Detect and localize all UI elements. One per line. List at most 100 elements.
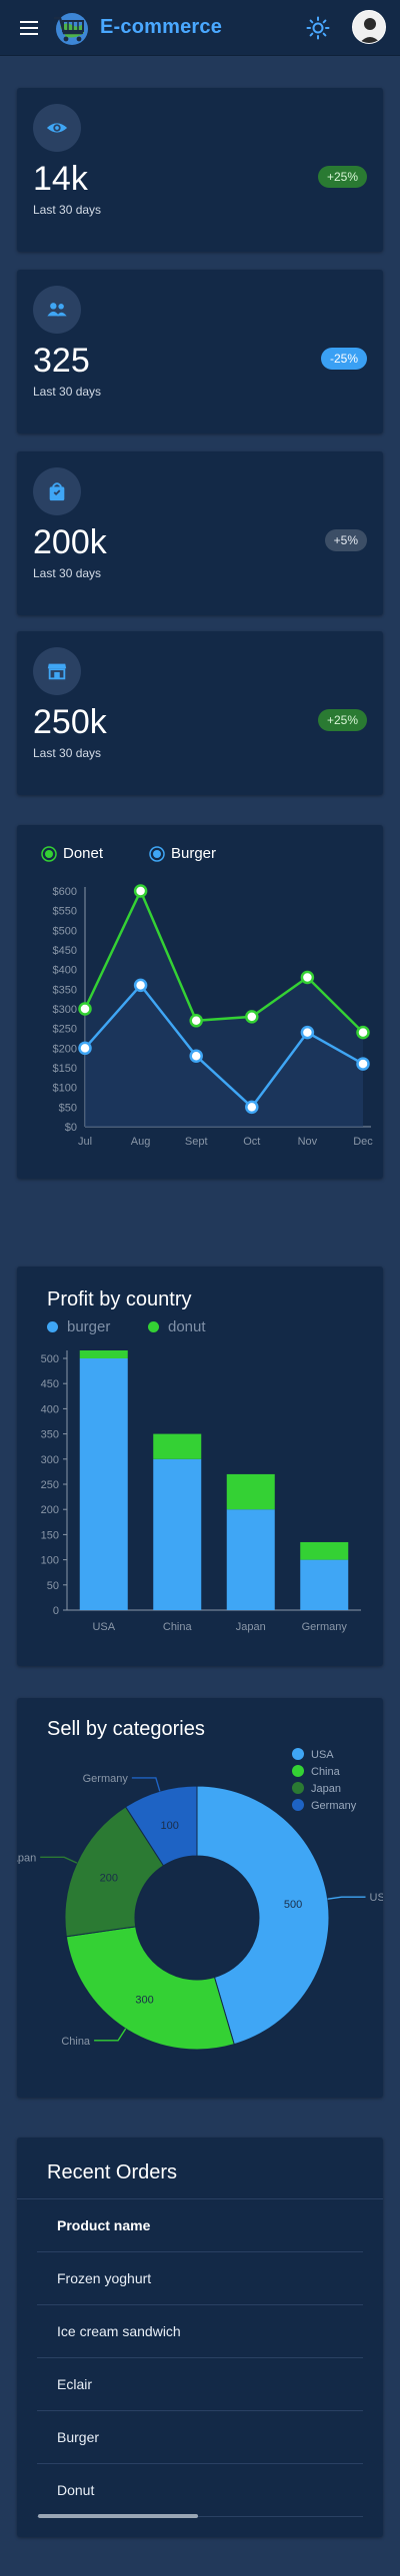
x-tick-label: Sept <box>185 1136 208 1148</box>
eye-icon <box>33 104 81 152</box>
y-tick-label: 150 <box>41 1529 59 1541</box>
legend-dot <box>292 1748 304 1760</box>
user-avatar[interactable] <box>352 10 386 44</box>
y-tick-label: $600 <box>53 886 77 898</box>
bar-burger-germany <box>300 1559 349 1610</box>
x-tick-label: Oct <box>243 1136 260 1148</box>
callout-line <box>327 1896 366 1900</box>
bar-donut-germany <box>300 1541 349 1560</box>
y-tick-label: $250 <box>53 1024 77 1036</box>
callout-label: China <box>61 2036 91 2048</box>
data-point <box>300 1025 315 1040</box>
x-tick-label: Germany <box>302 1621 348 1633</box>
legend-item-burger[interactable]: Burger <box>149 845 216 862</box>
card-title: Recent Orders <box>47 2161 178 2183</box>
data-point <box>189 1049 203 1063</box>
stat-card-revenue: 250k Last 30 days +25% <box>17 631 383 795</box>
data-point <box>356 1025 370 1040</box>
radio-selected-icon <box>149 845 165 862</box>
y-tick-label: $350 <box>53 984 77 996</box>
stat-card-views: 14k Last 30 days +25% <box>17 88 383 252</box>
table-row[interactable]: Ice cream sandwich <box>37 2305 363 2358</box>
stat-trend-badge: +5% <box>324 529 367 551</box>
y-tick-label: $50 <box>59 1102 77 1114</box>
top-app-bar: E-commerce <box>0 0 400 56</box>
slice-value-label: 300 <box>135 1995 153 2007</box>
store-icon <box>33 647 81 695</box>
y-tick-label: 100 <box>41 1555 59 1567</box>
bar-burger-usa <box>79 1358 128 1610</box>
callout-label: Japan <box>17 1852 36 1864</box>
y-tick-label: 500 <box>41 1353 59 1365</box>
table-row[interactable]: Eclair <box>37 2358 363 2411</box>
stat-value: 325 <box>33 342 90 380</box>
data-point <box>189 1014 203 1028</box>
legend-dot <box>292 1799 304 1811</box>
horizontal-scrollbar[interactable] <box>38 2514 198 2518</box>
y-tick-label: $200 <box>53 1043 77 1055</box>
stat-value: 200k <box>33 523 107 561</box>
y-tick-label: 250 <box>41 1479 59 1491</box>
stat-trend-badge: -25% <box>320 348 367 370</box>
y-tick-label: $450 <box>53 945 77 957</box>
legend-item-donet[interactable]: Donet <box>41 845 103 862</box>
legend-label: Donet <box>63 845 104 862</box>
bar-burger-japan <box>226 1509 275 1610</box>
callout-line <box>40 1856 78 1864</box>
legend-label: USA <box>311 1749 334 1761</box>
data-point <box>78 1002 92 1016</box>
y-tick-label: $400 <box>53 965 77 977</box>
table-row[interactable]: Donut <box>37 2464 363 2517</box>
hamburger-menu-icon[interactable] <box>20 21 38 35</box>
legend-item-donut[interactable]: donut <box>148 1318 206 1335</box>
y-tick-label: $0 <box>65 1122 77 1134</box>
data-point <box>245 1100 259 1115</box>
y-tick-label: 400 <box>41 1403 59 1415</box>
table-row[interactable]: Frozen yoghurt <box>37 2252 363 2305</box>
stat-caption: Last 30 days <box>33 746 102 760</box>
legend-dot <box>292 1782 304 1794</box>
card-title: Profit by country <box>47 1288 192 1310</box>
y-tick-label: 450 <box>41 1378 59 1390</box>
data-point <box>133 978 148 993</box>
data-point <box>300 970 315 985</box>
table-row[interactable]: Burger <box>37 2411 363 2464</box>
donut-slice-china <box>65 1926 235 2051</box>
slice-value-label: 500 <box>284 1899 302 1911</box>
stat-caption: Last 30 days <box>33 203 102 217</box>
x-tick-label: Aug <box>131 1136 151 1148</box>
y-tick-label: $150 <box>53 1063 77 1075</box>
x-tick-label: China <box>163 1621 193 1633</box>
y-tick-label: 0 <box>53 1605 59 1617</box>
y-tick-label: 200 <box>41 1504 59 1516</box>
stat-trend-badge: +25% <box>317 709 367 731</box>
legend-label: Germany <box>311 1800 357 1812</box>
data-point <box>133 884 148 898</box>
shopping-cart-globe-logo <box>52 9 90 47</box>
sun-icon[interactable] <box>306 16 330 40</box>
shopping-bag-icon <box>33 467 81 515</box>
callout-line <box>131 1777 161 1792</box>
bar-donut-china <box>153 1433 202 1459</box>
bar-burger-china <box>153 1458 202 1610</box>
x-tick-label: Jul <box>78 1136 92 1148</box>
x-tick-label: Nov <box>298 1136 318 1148</box>
y-tick-label: 50 <box>47 1580 59 1592</box>
stat-value: 14k <box>33 160 88 198</box>
profit-by-country-card: Profit by country burger donut 0 50 100 150… <box>17 1267 383 1666</box>
bar-chart: 0 50 100 150 200 250 300 350 400 450 500 USA China Ja… <box>41 1350 361 1633</box>
y-tick-label: $100 <box>53 1083 77 1095</box>
x-tick-label: Japan <box>236 1621 266 1633</box>
data-point <box>78 1041 92 1056</box>
y-tick-label: 300 <box>41 1454 59 1466</box>
legend-item-burger[interactable]: burger <box>47 1318 110 1335</box>
legend-label: donut <box>168 1318 206 1335</box>
stat-caption: Last 30 days <box>33 385 102 399</box>
y-tick-label: $550 <box>53 906 77 918</box>
users-icon <box>33 286 81 334</box>
recent-orders-card: Recent Orders Product name Frozen yoghur… <box>17 2138 383 2537</box>
stat-value: 250k <box>33 703 107 741</box>
x-tick-label: USA <box>92 1621 115 1633</box>
stat-trend-badge: +25% <box>317 166 367 188</box>
callout-label: US <box>370 1892 383 1904</box>
